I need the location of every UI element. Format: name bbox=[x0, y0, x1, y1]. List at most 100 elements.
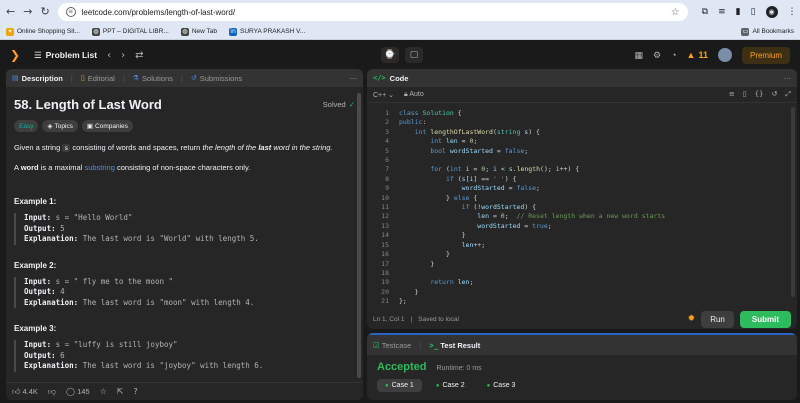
tab-submissions[interactable]: ↺ Submissions bbox=[191, 74, 242, 83]
list-icon: ☰ bbox=[34, 49, 42, 60]
difficulty-badge: Easy bbox=[14, 120, 39, 132]
reload-icon[interactable]: ↻ bbox=[40, 5, 49, 19]
terminal-icon: >_ bbox=[429, 340, 439, 350]
bookmark-item[interactable]: ◍ New Tab bbox=[180, 27, 217, 36]
reset-icon[interactable]: ↺ bbox=[772, 90, 778, 99]
format-icon[interactable]: ≡ bbox=[729, 90, 735, 99]
browser-menu-icon[interactable]: ⋮ bbox=[788, 7, 797, 17]
more-icon[interactable]: ⋯ bbox=[784, 74, 792, 83]
code-brackets-icon: </> bbox=[373, 74, 386, 82]
description-tabs: ▤ Description | ▯ Editorial | ⚗ Solution… bbox=[6, 69, 363, 87]
submit-button[interactable]: Submit bbox=[739, 310, 791, 328]
code-panel: </> Code ⋯ C++ ⌄ 🔒︎ Auto ≡ ▯ {} ↺ ⤢ 1 cla… bbox=[367, 69, 797, 329]
tag-icon: ◈ bbox=[47, 123, 53, 130]
like-button[interactable]: 👍︎ 4.4K bbox=[12, 387, 38, 397]
document-icon: ▤ bbox=[12, 74, 19, 82]
debug-icon[interactable]: ⌚ bbox=[381, 47, 399, 63]
example-block: Input: s = "luffy is still joyboy" Outpu… bbox=[14, 340, 355, 372]
bookmark-item[interactable]: ✦ Online Shopping Sit... bbox=[6, 27, 80, 36]
auto-mode-toggle[interactable]: 🔒︎ Auto bbox=[404, 91, 424, 99]
sidebar-icon[interactable]: ▮ bbox=[736, 7, 741, 17]
test-result-panel: ☑ Testcase | >_ Test Result Accepted Run… bbox=[367, 333, 797, 400]
tab-test-result[interactable]: >_ Test Result bbox=[429, 341, 480, 350]
braces-icon[interactable]: {} bbox=[755, 90, 764, 99]
leetcode-navbar: ❯ ☰ Problem List ‹ › ⇄ ⌚ ▢ ▦ ⚙ ◔ ▲ 11 Pr… bbox=[0, 41, 800, 69]
tab-testcase[interactable]: ☑ Testcase bbox=[373, 341, 411, 350]
comment-icon: ◯ bbox=[66, 387, 75, 396]
result-tabs: ☑ Testcase | >_ Test Result bbox=[367, 335, 797, 355]
url-text[interactable]: leetcode.com/problems/length-of-last-wor… bbox=[82, 8, 665, 17]
example-block: Input: s = " fly me to the moon " Output… bbox=[14, 276, 355, 308]
pass-dot-icon: ● bbox=[486, 382, 491, 389]
code-editor[interactable]: 1 class Solution { 2 public: 3 int lengthO… bbox=[367, 103, 797, 307]
user-avatar[interactable] bbox=[717, 48, 732, 62]
fullscreen-icon[interactable]: ⤢ bbox=[785, 90, 791, 99]
tab-description[interactable]: ▤ Description bbox=[12, 74, 63, 83]
leetcode-logo-icon[interactable]: ❯ bbox=[10, 48, 24, 62]
code-scrollbar[interactable] bbox=[791, 107, 795, 297]
menu-list-icon[interactable]: ≡ bbox=[718, 7, 726, 17]
example-title: Example 2: bbox=[14, 260, 57, 270]
more-icon[interactable]: ⋯ bbox=[350, 74, 358, 83]
site-info-icon[interactable]: ≡ bbox=[65, 7, 76, 17]
check-circle-icon: ✓ bbox=[348, 100, 355, 109]
bookmark-star-icon[interactable]: ☆ bbox=[671, 7, 680, 18]
download-icon[interactable]: ▯ bbox=[751, 7, 756, 17]
settings-icon[interactable]: ⚙ bbox=[653, 50, 661, 61]
pass-dot-icon: ● bbox=[385, 382, 389, 389]
comments-button[interactable]: ◯ 145 bbox=[66, 387, 90, 396]
back-icon[interactable]: ← bbox=[6, 5, 15, 19]
bookmark-icon[interactable]: ▯ bbox=[743, 90, 747, 99]
topics-badge[interactable]: ◈ Topics bbox=[42, 120, 78, 132]
lightbulb-icon[interactable]: ✹ bbox=[688, 314, 696, 324]
extensions-icon[interactable]: ⧉ bbox=[702, 7, 708, 17]
address-bar[interactable]: ≡ leetcode.com/problems/length-of-last-w… bbox=[57, 3, 688, 21]
notification-icon[interactable]: ◔ bbox=[671, 50, 676, 60]
next-problem-icon[interactable]: › bbox=[121, 50, 125, 61]
problem-title[interactable]: 58. Length of Last Word bbox=[14, 97, 162, 112]
case-tab[interactable]: ● Case 3 bbox=[479, 379, 524, 392]
language-select[interactable]: C++ ⌄ bbox=[373, 91, 394, 99]
tab-editorial[interactable]: ▯ Editorial bbox=[81, 74, 115, 83]
code-status-bar: Ln 1, Col 1 | Saved to local ✹ Run Submi… bbox=[367, 309, 797, 329]
cursor-position: Ln 1, Col 1 bbox=[373, 315, 405, 323]
all-bookmarks[interactable]: ▭ All Bookmarks bbox=[741, 27, 794, 36]
history-icon: ↺ bbox=[190, 74, 197, 82]
bookmark-item[interactable]: in SURYA PRAKASH V... bbox=[229, 27, 305, 36]
example-block: Input: s = "Hello World" Output: 5 Expla… bbox=[14, 213, 355, 245]
premium-button[interactable]: Premium bbox=[741, 46, 790, 64]
problem-list-button[interactable]: ☰ Problem List bbox=[34, 50, 97, 61]
forward-icon[interactable]: → bbox=[23, 5, 32, 19]
solved-status: Solved ✓ bbox=[322, 100, 355, 109]
notes-icon[interactable]: ▢ bbox=[405, 47, 423, 63]
profile-avatar[interactable]: ◉ bbox=[765, 6, 778, 18]
verdict-label: Accepted bbox=[377, 361, 427, 373]
case-tab[interactable]: ● Case 1 bbox=[377, 379, 422, 392]
streak-counter[interactable]: ▲ 11 bbox=[687, 50, 708, 60]
word-definition: A word is a maximal substring consisting… bbox=[14, 163, 251, 172]
bookmark-item[interactable]: ◍ PPT – DIGITAL LIBR... bbox=[91, 27, 169, 36]
browser-toolbar: ← → ↻ ≡ leetcode.com/problems/length-of-… bbox=[0, 0, 800, 24]
panel-resize-handle[interactable] bbox=[367, 333, 797, 335]
globe-icon: ◍ bbox=[91, 27, 100, 36]
book-icon: ▯ bbox=[80, 74, 85, 82]
runtime-label: Runtime: 0 ms bbox=[436, 365, 482, 372]
fire-icon: ▲ bbox=[686, 50, 696, 60]
help-icon[interactable]: ? bbox=[133, 387, 137, 396]
favorite-star-icon[interactable]: ☆ bbox=[100, 387, 107, 396]
shopping-icon: ✦ bbox=[6, 27, 14, 36]
share-icon[interactable]: ⇱ bbox=[117, 387, 124, 396]
save-status: Saved to local bbox=[418, 315, 459, 323]
shuffle-icon[interactable]: ⇄ bbox=[135, 50, 143, 61]
tab-solutions[interactable]: ⚗ Solutions bbox=[133, 74, 173, 83]
substring-link[interactable]: substring bbox=[84, 163, 114, 172]
prev-problem-icon[interactable]: ‹ bbox=[107, 50, 111, 61]
run-button[interactable]: Run bbox=[701, 310, 734, 328]
thumbs-down-icon[interactable]: 👎︎ bbox=[48, 387, 56, 397]
companies-badge[interactable]: ▣ Companies bbox=[81, 120, 133, 132]
case-tab[interactable]: ● Case 2 bbox=[428, 379, 473, 392]
layout-icon[interactable]: ▦ bbox=[635, 50, 644, 61]
pass-dot-icon: ● bbox=[435, 382, 440, 389]
example-title: Example 1: bbox=[14, 197, 57, 206]
description-scrollbar[interactable] bbox=[357, 93, 361, 378]
